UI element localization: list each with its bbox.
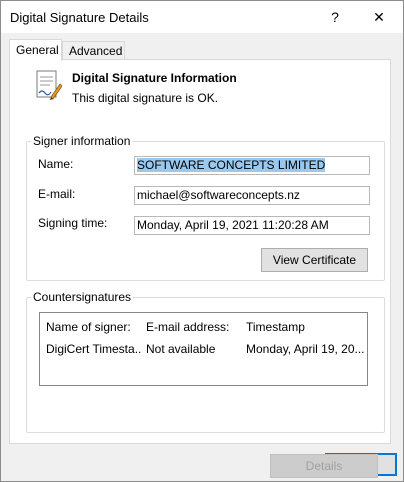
- general-tab-panel: Digital Signature Information This digit…: [9, 59, 391, 478]
- countersignatures-legend: Countersignatures: [31, 290, 134, 304]
- dialog-window: Digital Signature Details ? ✕ General Ad…: [0, 0, 404, 482]
- signing-time-label: Signing time:: [38, 216, 108, 230]
- help-button[interactable]: ?: [313, 1, 357, 33]
- countersignatures-group: Countersignatures Name of signer: E-mail…: [26, 290, 385, 478]
- title-bar: Digital Signature Details ? ✕: [1, 1, 403, 33]
- signature-status: This digital signature is OK.: [72, 91, 219, 105]
- certificate-icon: [36, 70, 62, 100]
- signer-information-group: Signer information Name: SOFTWARE CONCEP…: [26, 134, 385, 281]
- signing-time-value: Monday, April 19, 2021 11:20:28 AM: [137, 218, 329, 232]
- name-field[interactable]: SOFTWARE CONCEPTS LIMITED: [134, 156, 370, 175]
- tab-general[interactable]: General: [9, 39, 62, 61]
- info-title: Digital Signature Information: [72, 71, 237, 85]
- name-label: Name:: [38, 157, 74, 171]
- email-label: E-mail:: [38, 187, 76, 201]
- name-value: SOFTWARE CONCEPTS LIMITED: [137, 158, 326, 172]
- close-icon: ✕: [373, 8, 385, 25]
- column-header-name[interactable]: Name of signer:: [46, 320, 131, 334]
- row-email: Not available: [146, 342, 216, 356]
- tab-advanced[interactable]: Advanced: [62, 41, 125, 60]
- help-icon: ?: [331, 9, 339, 25]
- signer-group-legend: Signer information: [31, 134, 133, 148]
- close-button[interactable]: ✕: [357, 1, 401, 33]
- view-certificate-button[interactable]: View Certificate: [261, 248, 368, 272]
- column-header-timestamp[interactable]: Timestamp: [246, 320, 305, 334]
- signing-time-field[interactable]: Monday, April 19, 2021 11:20:28 AM: [134, 216, 370, 235]
- email-field[interactable]: michael@softwareconcepts.nz: [134, 186, 370, 205]
- window-title: Digital Signature Details: [10, 10, 149, 25]
- column-header-email[interactable]: E-mail address:: [146, 320, 229, 334]
- email-value: michael@softwareconcepts.nz: [137, 188, 300, 202]
- row-timestamp: Monday, April 19, 20...: [246, 342, 364, 356]
- details-button[interactable]: Details: [270, 454, 378, 478]
- row-signer-name: DigiCert Timesta...: [46, 342, 142, 356]
- countersignatures-list[interactable]: Name of signer: E-mail address: Timestam…: [39, 312, 368, 386]
